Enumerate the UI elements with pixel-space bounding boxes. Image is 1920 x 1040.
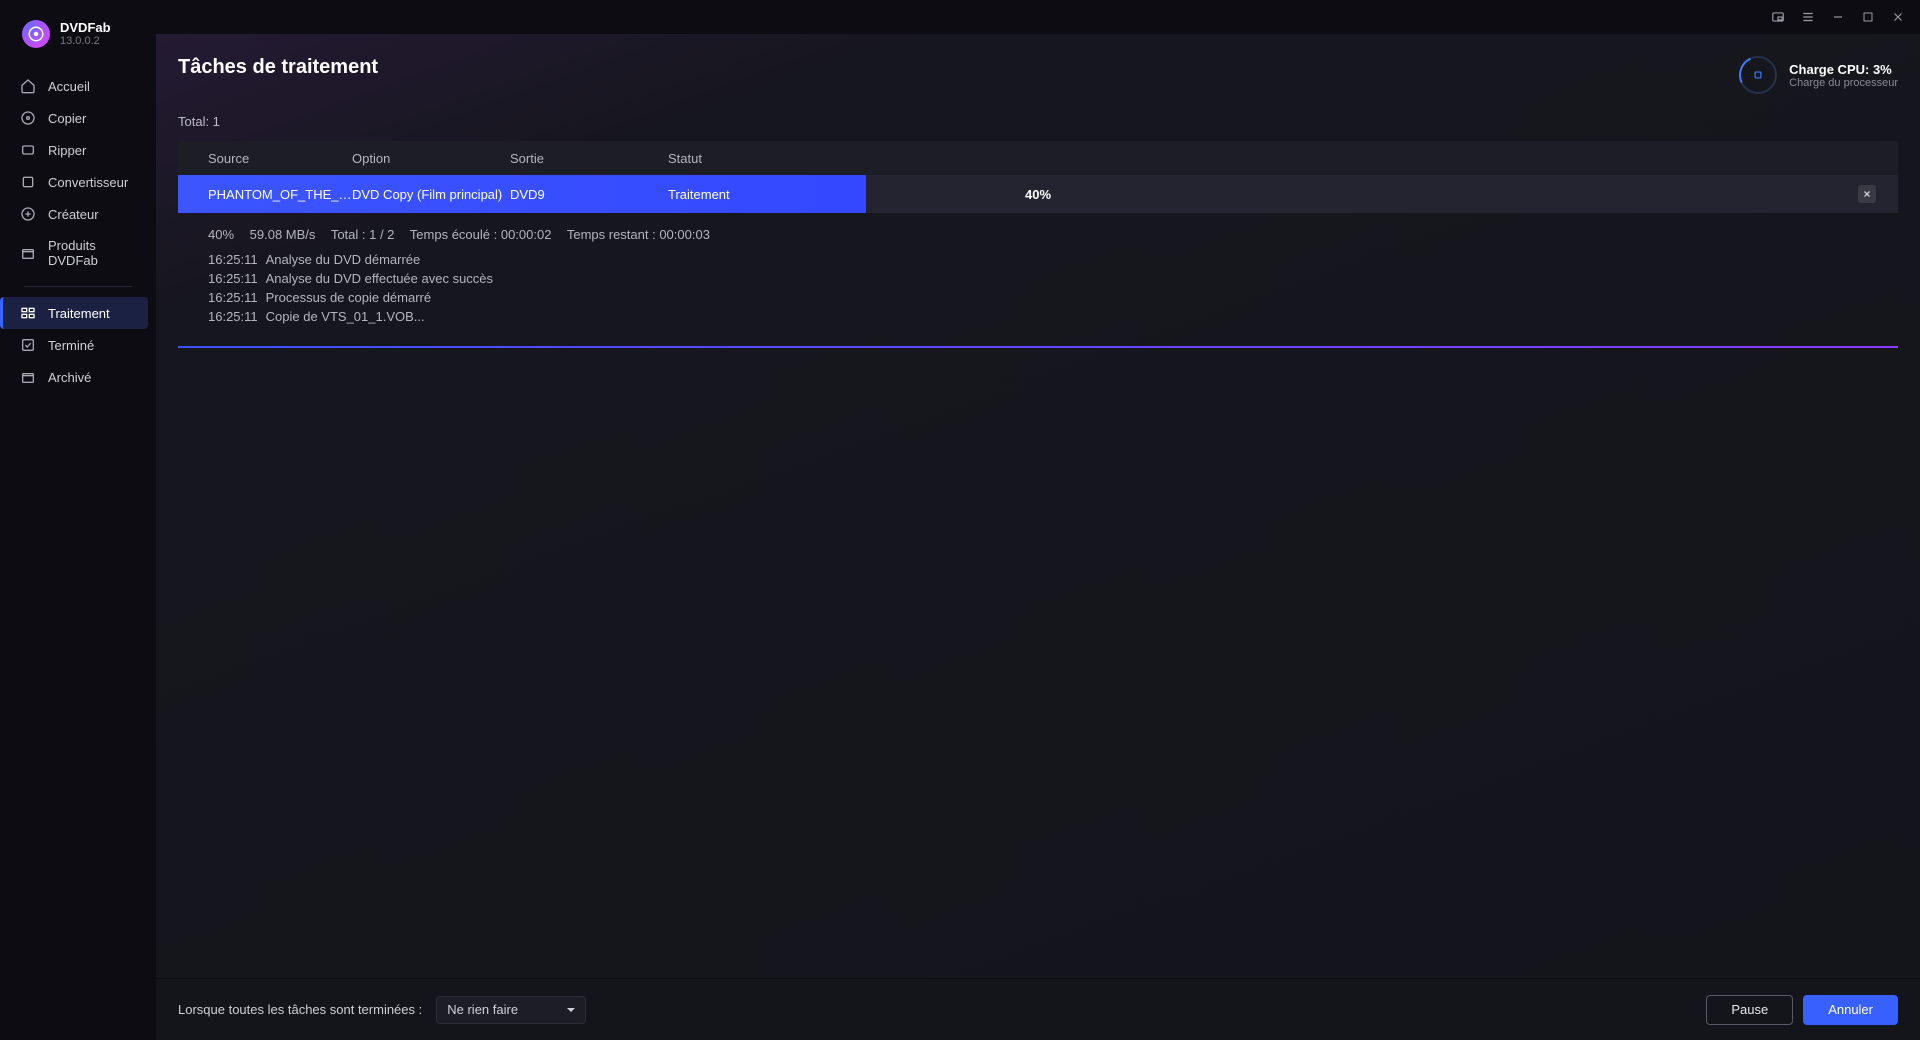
col-source: Source [208,151,352,166]
processing-icon [20,305,36,321]
log-line: 16:25:11Analyse du DVD démarrée [208,252,1868,267]
sidebar-nav: Accueil Copier Ripper Convertisseur Créa… [0,66,156,397]
cancel-button[interactable]: Annuler [1803,995,1898,1025]
sidebar-item-label: Créateur [48,207,99,222]
sidebar-item-termine[interactable]: Terminé [8,329,148,361]
stat-total: Total : 1 / 2 [331,227,395,242]
close-icon[interactable] [1890,9,1906,25]
sidebar-item-label: Ripper [48,143,86,158]
sidebar-item-label: Produits DVDFab [48,238,136,268]
log-lines: 16:25:11Analyse du DVD démarrée 16:25:11… [208,252,1868,324]
home-icon [20,78,36,94]
sidebar: DVDFab 13.0.0.2 Accueil Copier Ripper Co… [0,0,156,1040]
maximize-icon[interactable] [1860,9,1876,25]
total-count: Total: 1 [178,114,1898,129]
menu-icon[interactable] [1800,9,1816,25]
log-line: 16:25:11Copie de VTS_01_1.VOB... [208,309,1868,324]
after-tasks-label: Lorsque toutes les tâches sont terminées… [178,1002,422,1017]
cpu-load-label: Charge CPU: 3% [1789,62,1898,77]
sidebar-item-traitement[interactable]: Traitement [0,297,148,329]
task-details: 40% 59.08 MB/s Total : 1 / 2 Temps écoul… [178,213,1898,342]
col-sortie: Sortie [510,151,668,166]
cell-sortie: DVD9 [510,187,668,202]
page-title: Tâches de traitement [178,56,378,79]
ripper-icon [20,142,36,158]
titlebar [156,0,1920,34]
log-line: 16:25:11Analyse du DVD effectuée avec su… [208,271,1868,286]
col-option: Option [352,151,510,166]
cell-statut: Traitement [668,187,854,202]
sidebar-separator [24,286,132,287]
select-value: Ne rien faire [447,1002,518,1017]
stats-line: 40% 59.08 MB/s Total : 1 / 2 Temps écoul… [208,227,1868,242]
sidebar-item-createur[interactable]: Créateur [8,198,148,230]
content: Tâches de traitement Charge CPU: 3% Char… [156,34,1920,978]
progress-percent: 40% [1025,187,1051,202]
task-row[interactable]: 40% PHANTOM_OF_THE_OP... DVD Copy (Film … [178,175,1898,213]
log-line: 16:25:11Processus de copie démarré [208,290,1868,305]
cell-source: PHANTOM_OF_THE_OP... [208,187,352,202]
cpu-ring-icon [1739,56,1777,94]
app-name: DVDFab [60,21,111,35]
sidebar-item-label: Archivé [48,370,91,385]
sidebar-item-copier[interactable]: Copier [8,102,148,134]
sidebar-item-label: Convertisseur [48,175,128,190]
stat-elapsed: Temps écoulé : 00:00:02 [410,227,552,242]
cpu-sub-label: Charge du processeur [1789,77,1898,89]
pause-button[interactable]: Pause [1706,995,1793,1025]
minimize-icon[interactable] [1830,9,1846,25]
sidebar-item-ripper[interactable]: Ripper [8,134,148,166]
after-tasks-select[interactable]: Ne rien faire [436,996,586,1024]
col-statut: Statut [668,151,854,166]
cpu-widget: Charge CPU: 3% Charge du processeur [1739,56,1898,94]
creator-icon [20,206,36,222]
app-version: 13.0.0.2 [60,35,111,47]
pip-icon[interactable] [1770,9,1786,25]
cancel-task-button[interactable] [1858,185,1876,203]
table-header: Source Option Sortie Statut [178,141,1898,175]
app-logo-icon [22,20,50,48]
sidebar-item-label: Traitement [48,306,110,321]
sidebar-item-label: Copier [48,111,86,126]
box-icon [20,245,36,261]
stat-remaining: Temps restant : 00:00:03 [567,227,710,242]
sidebar-item-label: Accueil [48,79,90,94]
main: Tâches de traitement Charge CPU: 3% Char… [156,0,1920,1040]
footer: Lorsque toutes les tâches sont terminées… [156,978,1920,1040]
app-logo-block: DVDFab 13.0.0.2 [0,14,156,66]
check-icon [20,337,36,353]
disc-icon [20,110,36,126]
sidebar-item-label: Terminé [48,338,94,353]
sidebar-item-archive[interactable]: Archivé [8,361,148,393]
sidebar-item-accueil[interactable]: Accueil [8,70,148,102]
convert-icon [20,174,36,190]
sidebar-item-convertisseur[interactable]: Convertisseur [8,166,148,198]
archive-icon [20,369,36,385]
stat-speed: 59.08 MB/s [250,227,316,242]
cell-option: DVD Copy (Film principal) [352,187,510,202]
sidebar-item-produits[interactable]: Produits DVDFab [8,230,148,276]
stat-pct: 40% [208,227,234,242]
